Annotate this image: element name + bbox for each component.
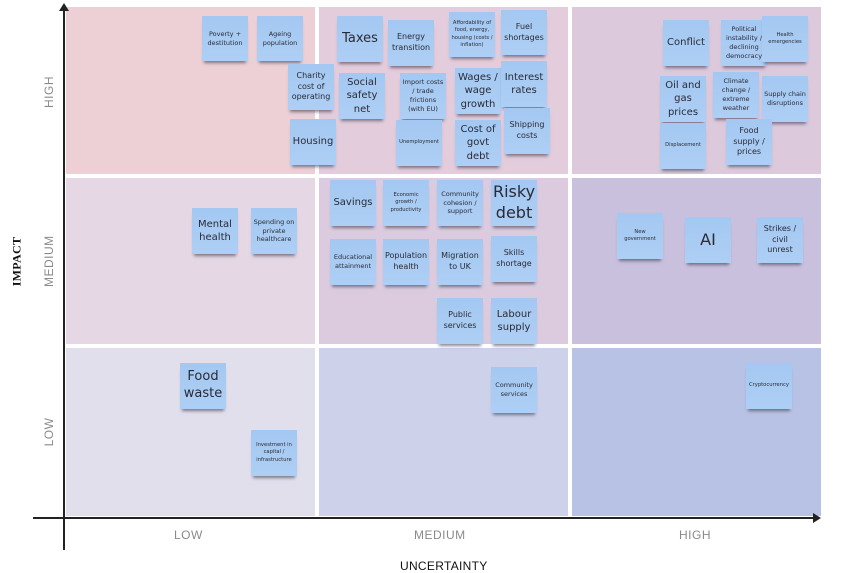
sticky-note[interactable]: AI: [685, 217, 731, 263]
y-axis-line: [63, 8, 65, 550]
sticky-note[interactable]: Cost of govt debt: [455, 120, 501, 166]
x-tick-medium: MEDIUM: [414, 528, 466, 542]
sticky-note[interactable]: Mental health: [192, 208, 238, 254]
sticky-note[interactable]: Cryptocurrency: [746, 363, 792, 409]
x-axis-arrow-icon: [813, 513, 821, 523]
y-tick-medium: MEDIUM: [42, 235, 56, 287]
sticky-note[interactable]: Shipping costs: [504, 108, 550, 154]
y-axis-arrow-icon: [59, 3, 69, 11]
sticky-note[interactable]: Strikes / civil unrest: [757, 217, 803, 263]
sticky-note[interactable]: Charity cost of operating: [288, 64, 334, 110]
sticky-note[interactable]: Wages / wage growth: [455, 68, 501, 114]
sticky-note[interactable]: Risky debt: [491, 180, 537, 226]
sticky-note[interactable]: Migration to UK: [437, 239, 483, 285]
sticky-note[interactable]: Labour supply: [491, 298, 537, 344]
sticky-note[interactable]: Housing: [290, 119, 336, 165]
x-tick-high: HIGH: [679, 528, 711, 542]
sticky-note[interactable]: Population health: [383, 239, 429, 285]
sticky-note[interactable]: Public services: [437, 298, 483, 344]
sticky-note[interactable]: Investment in capital / infrastructure: [251, 430, 297, 476]
sticky-note[interactable]: Savings: [330, 180, 376, 226]
sticky-note[interactable]: New government: [617, 213, 663, 259]
y-tick-low: LOW: [42, 417, 56, 447]
x-tick-low: LOW: [174, 528, 203, 542]
sticky-note[interactable]: Food supply / prices: [726, 119, 772, 165]
sticky-note[interactable]: Food waste: [180, 363, 226, 409]
sticky-note[interactable]: Political instability / declining democr…: [721, 20, 767, 66]
sticky-note[interactable]: Community services: [491, 367, 537, 413]
sticky-note[interactable]: Social safety net: [339, 73, 385, 119]
quadrant-medium-impact-low-uncertainty: [66, 178, 315, 344]
sticky-note[interactable]: Import costs / trade frictions (with EU): [400, 73, 446, 119]
sticky-note[interactable]: Educational attainment: [330, 239, 376, 285]
sticky-note[interactable]: Unemployment: [396, 120, 442, 166]
sticky-note[interactable]: Oil and gas prices: [660, 76, 706, 122]
sticky-note[interactable]: Energy transition: [388, 20, 434, 66]
sticky-note[interactable]: Climate change / extreme weather: [713, 72, 759, 118]
sticky-note[interactable]: Skills shortage: [491, 236, 537, 282]
sticky-note[interactable]: Supply chain disruptions: [762, 76, 808, 122]
sticky-note[interactable]: Ageing population: [257, 16, 303, 61]
sticky-note[interactable]: Community cohesion / support: [437, 180, 483, 226]
sticky-note[interactable]: Taxes: [337, 16, 383, 62]
x-axis-line: [33, 517, 815, 519]
sticky-note[interactable]: Affordability of food, energy, housing (…: [449, 12, 495, 57]
sticky-note[interactable]: Interest rates: [501, 61, 547, 107]
sticky-note[interactable]: Fuel shortages: [501, 10, 547, 55]
x-axis-title: UNCERTAINTY: [400, 559, 488, 573]
sticky-note[interactable]: Displacement: [660, 123, 706, 169]
y-tick-high: HIGH: [42, 76, 56, 108]
sticky-note[interactable]: Health emergencies: [762, 16, 808, 62]
sticky-note[interactable]: Economic growth / productivity: [383, 180, 429, 226]
y-axis-title: IMPACT: [9, 236, 24, 287]
sticky-note[interactable]: Spending on private healthcare: [251, 208, 297, 254]
sticky-note[interactable]: Conflict: [663, 20, 709, 66]
sticky-note[interactable]: Poverty + destitution: [202, 16, 248, 61]
